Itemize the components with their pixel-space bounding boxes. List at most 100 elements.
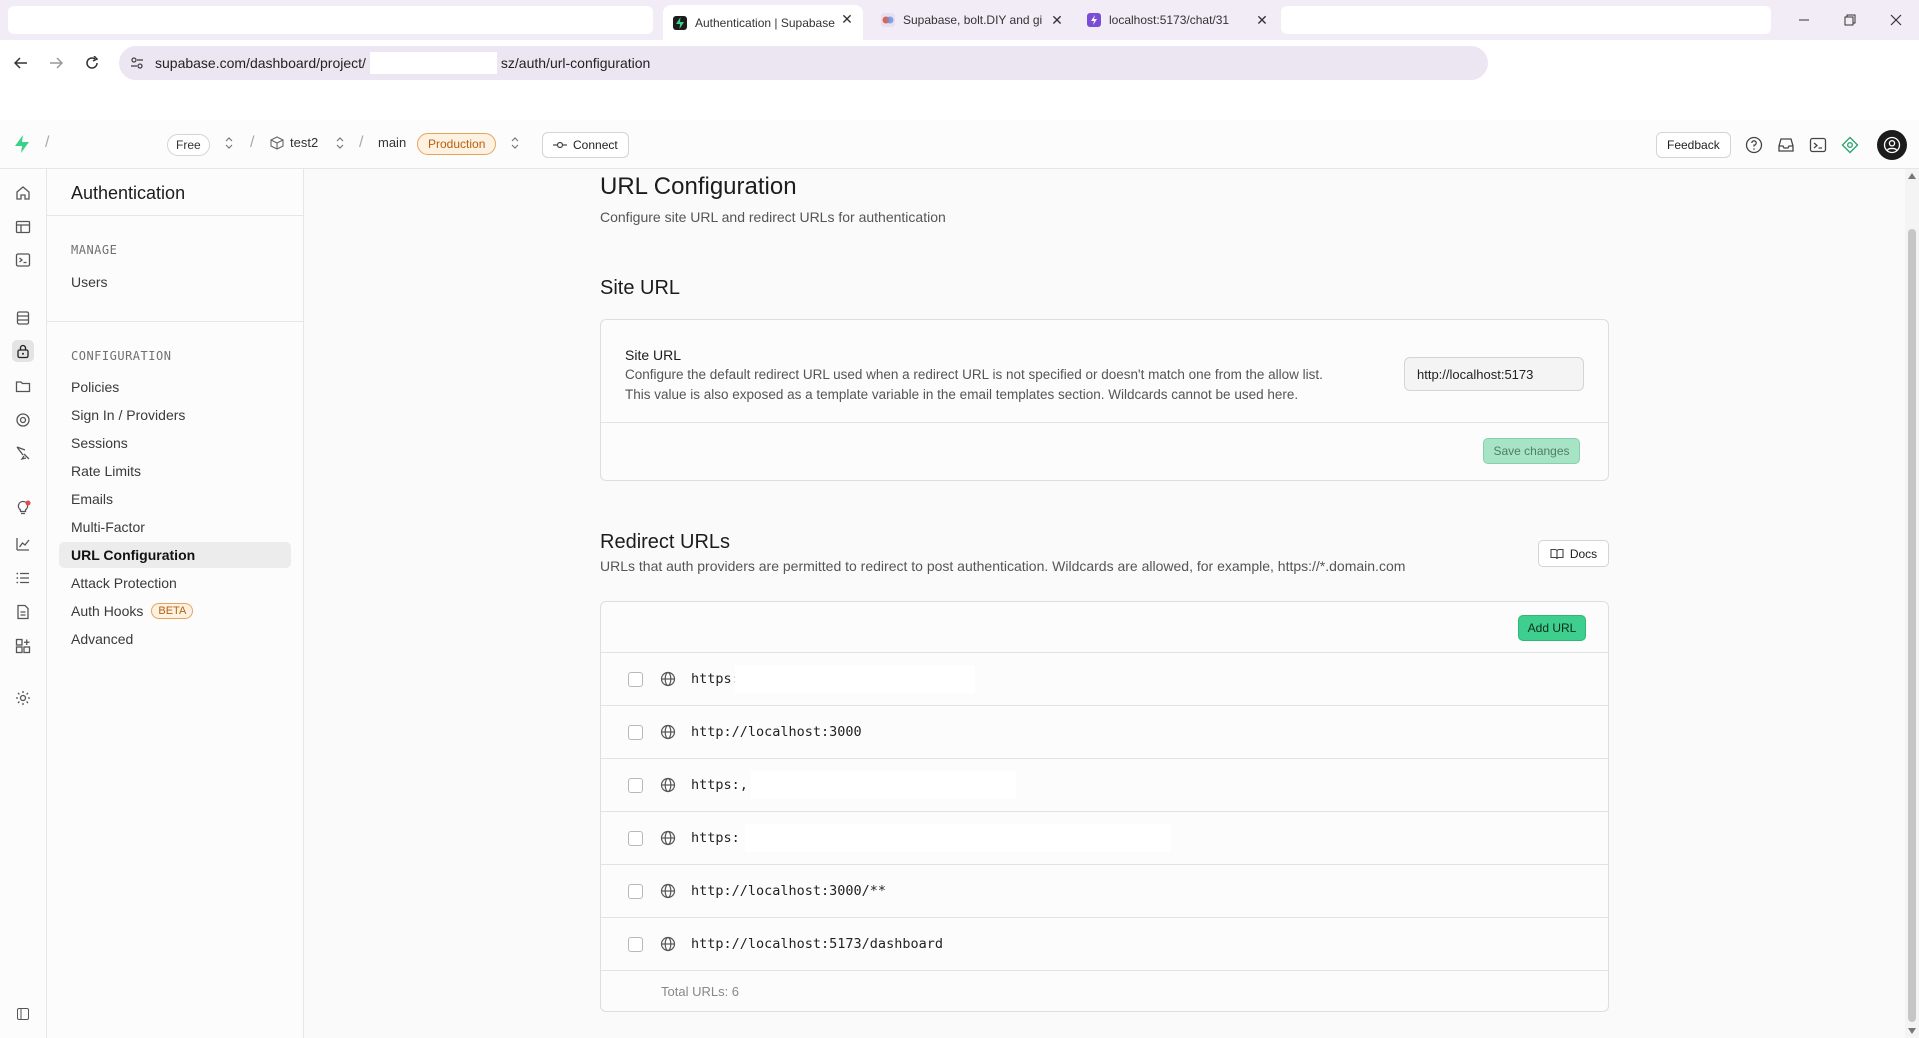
reload-icon[interactable] bbox=[81, 52, 103, 74]
supabase-logo-icon[interactable] bbox=[12, 134, 32, 154]
branch-switcher-chevron-icon[interactable] bbox=[510, 136, 520, 150]
row-checkbox[interactable] bbox=[628, 725, 643, 740]
storage-icon[interactable] bbox=[12, 375, 34, 397]
address-bar[interactable]: supabase.com/dashboard/project/ sz/auth/… bbox=[119, 46, 1488, 80]
book-icon bbox=[1550, 548, 1564, 559]
close-tab-icon[interactable]: ✕ bbox=[1254, 12, 1270, 28]
page-scrollbar[interactable] bbox=[1905, 169, 1919, 1038]
beta-badge: BETA bbox=[151, 603, 194, 619]
tab-supabase-bolt[interactable]: Supabase, bolt.DIY and gi ✕ bbox=[873, 6, 1073, 34]
database-icon[interactable] bbox=[12, 307, 34, 329]
sidebar-item-policies[interactable]: Policies bbox=[59, 374, 291, 400]
page-title: URL Configuration bbox=[600, 173, 797, 200]
divider bbox=[47, 215, 303, 216]
row-checkbox[interactable] bbox=[628, 937, 643, 952]
row-checkbox[interactable] bbox=[628, 884, 643, 899]
redirect-urls-heading: Redirect URLs bbox=[600, 531, 731, 553]
minimize-icon[interactable] bbox=[1792, 8, 1816, 32]
sql-editor-icon[interactable] bbox=[12, 249, 34, 271]
sidebar-item-advanced[interactable]: Advanced bbox=[59, 626, 291, 652]
breadcrumb-separator: / bbox=[359, 134, 364, 151]
back-icon[interactable] bbox=[10, 52, 32, 74]
auth-side-menu: Authentication MANAGE Users CONFIGURATIO… bbox=[47, 169, 304, 1038]
sidebar-item-emails[interactable]: Emails bbox=[59, 486, 291, 512]
assistant-icon[interactable] bbox=[1837, 132, 1863, 158]
api-docs-icon[interactable] bbox=[12, 601, 34, 623]
settings-gear-icon[interactable] bbox=[12, 687, 34, 709]
integrations-icon[interactable] bbox=[12, 635, 34, 657]
add-url-button[interactable]: Add URL bbox=[1518, 615, 1586, 641]
sidebar-item-url-configuration[interactable]: URL Configuration bbox=[59, 542, 291, 568]
site-url-desc-line: Configure the default redirect URL used … bbox=[625, 367, 1323, 382]
globe-icon bbox=[660, 724, 676, 740]
divider bbox=[47, 321, 303, 322]
row-checkbox[interactable] bbox=[628, 672, 643, 687]
sidebar-item-sign-in-providers[interactable]: Sign In / Providers bbox=[59, 402, 291, 428]
breadcrumb-separator: / bbox=[250, 134, 255, 151]
restore-icon[interactable] bbox=[1838, 8, 1862, 32]
tab-title: Supabase, bolt.DIY and gi bbox=[903, 13, 1043, 27]
breadcrumb-separator: / bbox=[45, 134, 50, 151]
supabase-favicon-icon bbox=[673, 15, 687, 30]
bolt-favicon-icon bbox=[1087, 13, 1101, 27]
connect-button[interactable]: Connect bbox=[542, 132, 629, 158]
tab-authentication[interactable]: Authentication | Supabase ✕ bbox=[663, 5, 863, 40]
manage-section-label: MANAGE bbox=[71, 243, 118, 257]
project-name: test2 bbox=[290, 135, 319, 150]
row-checkbox[interactable] bbox=[628, 831, 643, 846]
redacted-url bbox=[751, 771, 1016, 799]
home-icon[interactable] bbox=[12, 182, 34, 204]
tab-title: Authentication | Supabase bbox=[695, 15, 835, 30]
sidebar-item-sessions[interactable]: Sessions bbox=[59, 430, 291, 456]
redirect-url-text: http://localhost:5173/dashboard bbox=[691, 936, 943, 952]
forward-icon[interactable] bbox=[45, 52, 67, 74]
globe-icon bbox=[660, 883, 676, 899]
realtime-icon[interactable] bbox=[12, 442, 34, 464]
close-tab-icon[interactable]: ✕ bbox=[1049, 12, 1065, 28]
close-tab-icon[interactable]: ✕ bbox=[839, 11, 855, 27]
globe-icon bbox=[660, 777, 676, 793]
site-url-description: Configure the default redirect URL used … bbox=[625, 365, 1323, 405]
sidebar-item-auth-hooks[interactable]: Auth Hooks BETA bbox=[59, 598, 291, 624]
inbox-icon[interactable] bbox=[1773, 132, 1799, 158]
sidebar-item-users[interactable]: Users bbox=[59, 269, 291, 295]
sidebar-item-label: Auth Hooks bbox=[71, 603, 144, 619]
project-selector[interactable]: test2 bbox=[270, 135, 318, 150]
feedback-button[interactable]: Feedback bbox=[1656, 132, 1731, 158]
docs-button[interactable]: Docs bbox=[1538, 540, 1609, 567]
table-editor-icon[interactable] bbox=[12, 216, 34, 238]
redacted-tab-area bbox=[8, 6, 653, 34]
plan-badge: Free bbox=[167, 134, 210, 156]
row-checkbox[interactable] bbox=[628, 778, 643, 793]
reports-icon[interactable] bbox=[12, 533, 34, 555]
scroll-up-icon bbox=[1908, 173, 1916, 179]
main-content: URL Configuration Configure site URL and… bbox=[305, 169, 1905, 1038]
save-changes-button[interactable]: Save changes bbox=[1483, 438, 1580, 464]
logs-icon[interactable] bbox=[12, 567, 34, 589]
redirect-url-row: https: bbox=[601, 811, 1608, 864]
site-url-input[interactable]: http://localhost:5173 bbox=[1404, 357, 1584, 391]
side-menu-title: Authentication bbox=[71, 183, 186, 203]
terminal-icon[interactable] bbox=[1805, 132, 1831, 158]
avatar[interactable] bbox=[1877, 130, 1907, 160]
redirect-url-row: https: bbox=[601, 652, 1608, 705]
help-icon[interactable] bbox=[1741, 132, 1767, 158]
close-window-icon[interactable] bbox=[1884, 8, 1908, 32]
project-switcher-chevron-icon[interactable] bbox=[335, 136, 345, 150]
browser-toolbar: supabase.com/dashboard/project/ sz/auth/… bbox=[0, 40, 1919, 120]
redirect-url-text: https: bbox=[691, 830, 740, 846]
branch-name[interactable]: main bbox=[378, 135, 406, 150]
advisors-icon[interactable] bbox=[12, 497, 34, 519]
scrollbar-thumb[interactable] bbox=[1908, 229, 1916, 1022]
site-info-icon[interactable] bbox=[119, 56, 155, 70]
divider bbox=[601, 422, 1608, 423]
org-switcher-chevron-icon[interactable] bbox=[224, 136, 234, 150]
tab-localhost-chat[interactable]: localhost:5173/chat/31 ✕ bbox=[1083, 6, 1278, 34]
sidebar-item-attack-protection[interactable]: Attack Protection bbox=[59, 570, 291, 596]
authentication-icon[interactable] bbox=[12, 340, 34, 362]
collapse-sidebar-icon[interactable] bbox=[12, 1007, 34, 1021]
ai-favicon-icon bbox=[881, 13, 895, 27]
sidebar-item-rate-limits[interactable]: Rate Limits bbox=[59, 458, 291, 484]
edge-functions-icon[interactable] bbox=[12, 409, 34, 431]
sidebar-item-multi-factor[interactable]: Multi-Factor bbox=[59, 514, 291, 540]
